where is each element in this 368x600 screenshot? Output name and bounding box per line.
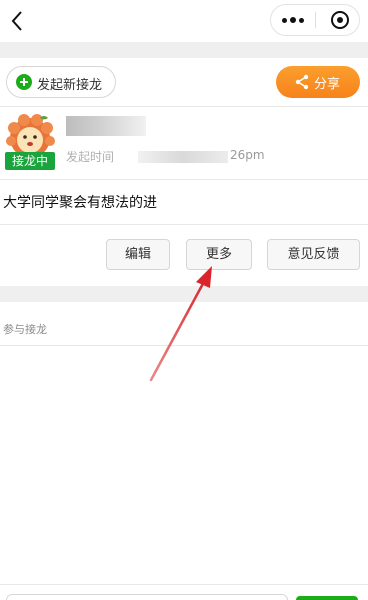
- section-divider: [0, 286, 368, 302]
- mini-program-capsule: [270, 4, 360, 36]
- new-chain-button[interactable]: 发起新接龙: [6, 66, 116, 98]
- join-section-label: 参与接龙: [3, 323, 47, 336]
- publish-time-value: 26pm: [230, 148, 265, 162]
- publish-time-label: 发起时间: [66, 150, 115, 164]
- publish-time-redacted: [138, 151, 228, 163]
- chevron-left-icon[interactable]: [6, 8, 30, 34]
- divider-line: [0, 584, 368, 585]
- share-icon: [295, 74, 309, 90]
- more-dots-icon[interactable]: [271, 5, 315, 35]
- target-close-icon[interactable]: [331, 11, 349, 29]
- bottom-input-field[interactable]: [6, 594, 288, 600]
- bottom-submit-button[interactable]: [296, 596, 358, 600]
- new-chain-label: 发起新接龙: [37, 78, 103, 93]
- navigation-bar: [0, 0, 368, 42]
- edit-button[interactable]: 编辑: [106, 239, 170, 270]
- share-button[interactable]: 分享: [276, 66, 360, 98]
- share-label: 分享: [314, 77, 341, 92]
- divider-line: [0, 106, 368, 107]
- section-divider: [0, 42, 368, 58]
- capsule-divider: [315, 12, 316, 28]
- divider-line: [0, 345, 368, 346]
- more-button[interactable]: 更多: [186, 239, 252, 270]
- chain-subject: 大学同学聚会有想法的进: [3, 195, 157, 211]
- author-name-redacted: [66, 116, 146, 136]
- plus-circle-icon: [16, 74, 32, 90]
- divider-line: [0, 224, 368, 225]
- status-badge: 接龙中: [5, 152, 55, 170]
- feedback-button[interactable]: 意见反馈: [267, 239, 360, 270]
- divider-line: [0, 179, 368, 180]
